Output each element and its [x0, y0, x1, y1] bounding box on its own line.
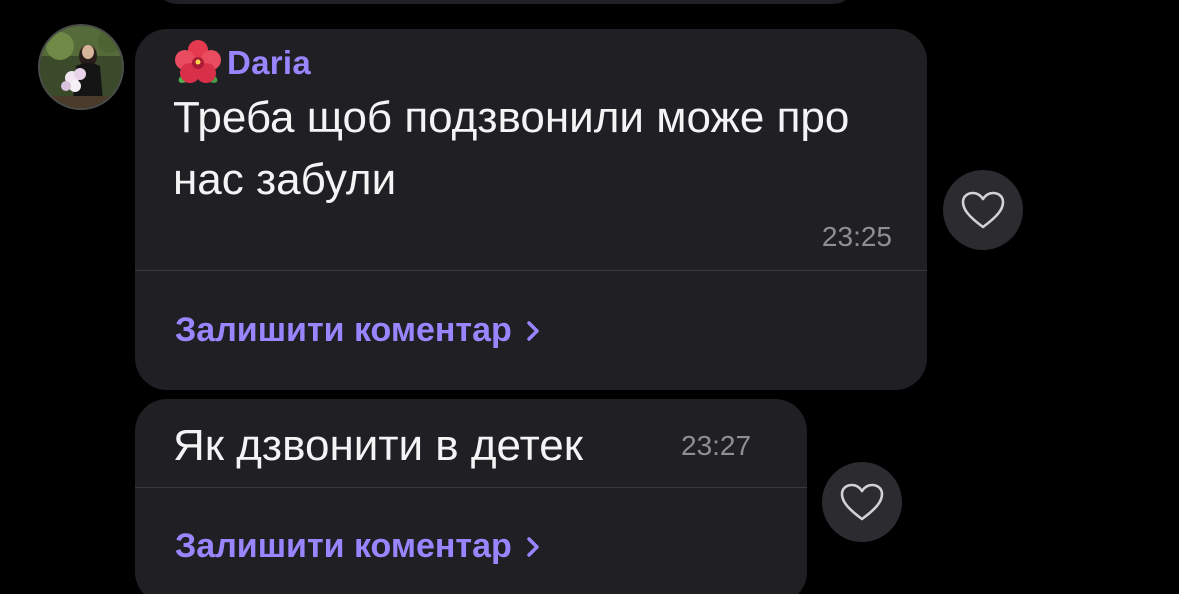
message-time: 23:25: [821, 221, 892, 252]
message-text: Як дзвонити в детек: [173, 421, 583, 470]
chevron-right-icon: [527, 536, 539, 557]
sender-avatar[interactable]: [38, 24, 124, 110]
hibiscus-icon: [175, 40, 221, 83]
sender-header: Daria: [173, 40, 311, 83]
leave-comment-link[interactable]: Залишити коментар: [175, 527, 540, 566]
leave-comment-label: Залишити коментар: [175, 311, 512, 349]
chat-view: Daria Треба щоб подзвонили може про нас …: [0, 0, 1179, 594]
reaction-button[interactable]: [822, 462, 902, 542]
sender-name[interactable]: Daria: [227, 44, 311, 82]
chevron-right-icon: [527, 320, 539, 341]
message-text: Треба щоб подзвонили може про нас забули: [173, 93, 850, 204]
message-bubble[interactable]: Daria Треба щоб подзвонили може про нас …: [135, 29, 927, 390]
leave-comment-link[interactable]: Залишити коментар: [175, 311, 540, 350]
previous-message-bubble[interactable]: [155, 0, 855, 4]
message-time: 23:27: [681, 430, 752, 461]
message-bubble[interactable]: Як дзвонити в детек 23:27 Залишити комен…: [135, 399, 807, 594]
heart-icon: [961, 191, 1005, 229]
divider: [135, 487, 807, 488]
heart-icon: [840, 483, 884, 521]
reaction-button[interactable]: [943, 170, 1023, 250]
leave-comment-label: Залишити коментар: [175, 527, 512, 565]
divider: [135, 270, 927, 271]
avatar-photo-icon: [40, 26, 122, 108]
